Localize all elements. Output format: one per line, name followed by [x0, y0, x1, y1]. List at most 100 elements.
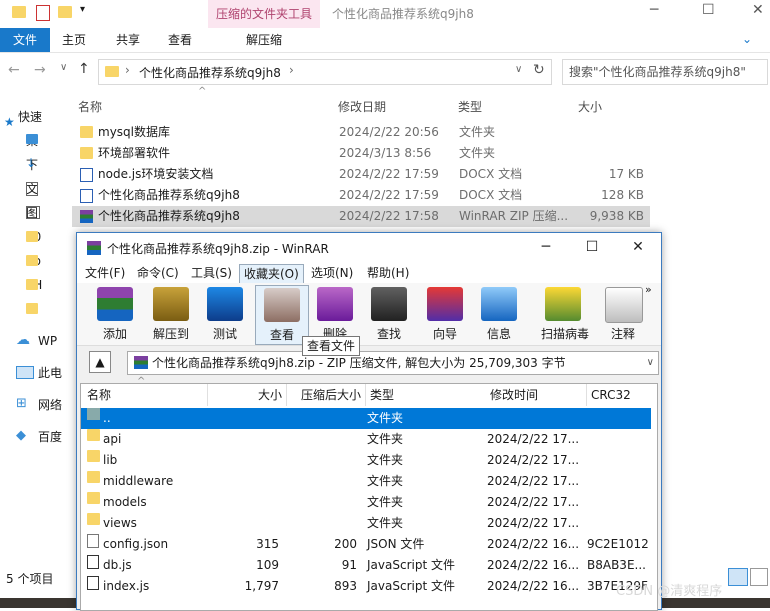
tab-share[interactable]: 共享 — [116, 28, 140, 52]
watermark: CSDN @清爽程序 — [616, 584, 723, 599]
list-item-selected[interactable]: 个性化商品推荐系统q9jh8 2024/2/22 17:58 WinRAR ZI… — [72, 206, 650, 227]
delete-button[interactable]: 删除 — [309, 285, 361, 343]
recent-dropdown-icon[interactable]: ∨ — [60, 62, 67, 73]
folder-icon — [26, 303, 38, 314]
list-item[interactable]: 个性化商品推荐系统q9jh8 2024/2/22 17:59 DOCX 文档 1… — [72, 185, 650, 206]
nav-network[interactable]: 网络 — [38, 394, 62, 416]
toolbar-overflow-icon[interactable]: » — [645, 283, 652, 296]
breadcrumb-chevron-icon[interactable]: › — [289, 63, 294, 77]
tab-file[interactable]: 文件 — [0, 28, 50, 52]
menu-help[interactable]: 帮助(H) — [363, 264, 413, 282]
winrar-archive-icon — [80, 210, 93, 223]
menu-options[interactable]: 选项(N) — [307, 264, 357, 282]
tab-extract[interactable]: 解压缩 — [246, 28, 282, 52]
virus-scan-icon — [545, 287, 581, 321]
list-item[interactable]: 环境部署软件 2024/3/13 8:56 文件夹 — [72, 143, 650, 164]
column-header-packed[interactable]: 压缩后大小 — [287, 384, 366, 406]
menu-file[interactable]: 文件(F) — [81, 264, 129, 282]
back-arrow-icon[interactable]: ← — [8, 62, 20, 78]
quick-access-dropdown-icon[interactable]: ▾ — [80, 4, 85, 15]
column-header-date[interactable]: 修改日期 — [338, 96, 386, 118]
folder-icon — [105, 66, 119, 77]
javascript-file-icon — [87, 576, 99, 590]
minimize-button[interactable]: ─ — [650, 2, 658, 18]
navigation-pane: ★快速 桌 下 文 图 20 no PH 个 WP 此电 网络 百度 ↓ ☁ ⊞… — [0, 92, 62, 566]
new-folder-icon[interactable] — [58, 6, 72, 18]
column-header-type[interactable]: 类型 — [458, 96, 482, 118]
address-bar[interactable]: › 个性化商品推荐系统q9jh8 › ∨ ↻ — [98, 59, 552, 85]
parent-folder-icon — [87, 408, 100, 420]
ribbon-context-label: 压缩的文件夹工具 — [216, 7, 313, 21]
json-file-icon — [87, 534, 99, 548]
comment-note-icon — [605, 287, 643, 323]
forward-arrow-icon[interactable]: → — [34, 62, 46, 78]
column-header-name[interactable]: 名称 — [81, 384, 208, 406]
close-button[interactable]: ✕ — [615, 233, 661, 261]
breadcrumb-folder[interactable]: 个性化商品推荐系统q9jh8 — [139, 64, 281, 81]
table-row-selected[interactable]: .. 文件夹 — [81, 408, 651, 429]
menu-tools[interactable]: 工具(S) — [187, 264, 236, 282]
winrar-app-icon — [87, 241, 101, 255]
archive-file-list: 名称 大小 压缩后大小 类型 修改时间 CRC32 ^ .. 文件夹 api 文… — [80, 376, 658, 611]
list-item[interactable]: mysql数据库 2024/2/22 20:56 文件夹 — [72, 122, 650, 143]
window-title: 个性化商品推荐系统q9jh8 — [332, 7, 474, 21]
breadcrumb-chevron-icon[interactable]: › — [125, 63, 130, 77]
baidu-netdisk-icon: ◆ — [16, 428, 26, 443]
folder-icon — [80, 147, 93, 159]
table-row[interactable]: index.js 1,797 893 JavaScript 文件 2024/2/… — [81, 576, 651, 597]
column-header-modified[interactable]: 修改时间 — [486, 384, 587, 406]
wizard-icon — [427, 287, 463, 321]
close-button[interactable]: ✕ — [752, 2, 764, 18]
info-button[interactable]: 信息 — [473, 285, 525, 343]
scan-virus-button[interactable]: 扫描病毒 — [537, 285, 593, 343]
refresh-icon[interactable]: ↻ — [533, 62, 545, 78]
properties-icon[interactable] — [36, 5, 50, 21]
column-header-crc[interactable]: CRC32 — [587, 384, 655, 406]
sort-up-icon: ^ — [198, 86, 207, 97]
table-row[interactable]: models 文件夹 2024/2/22 17... — [81, 492, 651, 513]
minimize-button[interactable]: ─ — [523, 233, 569, 261]
large-icons-view-icon[interactable] — [750, 568, 768, 586]
up-arrow-icon[interactable]: ↑ — [78, 61, 90, 77]
nav-baidu[interactable]: 百度 — [38, 426, 62, 448]
cloud-icon: ☁ — [16, 332, 30, 348]
nav-quick-access[interactable]: ★ 快速 — [4, 106, 42, 129]
column-header-size[interactable]: 大小 — [578, 96, 602, 118]
details-view-icon[interactable] — [728, 568, 748, 586]
extract-to-button[interactable]: 解压到 — [145, 285, 197, 343]
test-button[interactable]: 测试 — [199, 285, 251, 343]
view-button[interactable]: 查看 — [255, 285, 309, 345]
table-row[interactable]: config.json 315 200 JSON 文件 2024/2/22 16… — [81, 534, 651, 555]
folder-icon — [87, 429, 100, 441]
maximize-button[interactable]: ☐ — [702, 2, 715, 18]
javascript-file-icon — [87, 555, 99, 569]
list-item[interactable]: node.js环境安装文档 2024/2/22 17:59 DOCX 文档 17… — [72, 164, 650, 185]
maximize-button[interactable]: ☐ — [569, 233, 615, 261]
folder-icon — [87, 450, 100, 462]
table-row[interactable]: api 文件夹 2024/2/22 17... — [81, 429, 651, 450]
archive-path-field[interactable]: 个性化商品推荐系统q9jh8.zip - ZIP 压缩文件, 解包大小为 25,… — [127, 351, 659, 375]
menu-commands[interactable]: 命令(C) — [133, 264, 183, 282]
add-button[interactable]: 添加 — [89, 285, 141, 343]
column-header-type[interactable]: 类型 — [366, 384, 487, 406]
tab-home[interactable]: 主页 — [62, 28, 86, 52]
find-button[interactable]: 查找 — [363, 285, 415, 343]
path-dropdown-icon[interactable]: ∨ — [647, 352, 654, 374]
column-header-name[interactable]: 名称 — [78, 96, 102, 118]
table-row[interactable]: middleware 文件夹 2024/2/22 17... — [81, 471, 651, 492]
wizard-button[interactable]: 向导 — [419, 285, 471, 343]
search-input[interactable]: 搜索"个性化商品推荐系统q9jh8" — [562, 59, 768, 85]
nav-wps[interactable]: WP — [38, 330, 57, 352]
table-row[interactable]: views 文件夹 2024/2/22 17... — [81, 513, 651, 534]
menu-favorites[interactable]: 收藏夹(O) — [239, 264, 304, 284]
tab-view[interactable]: 查看 — [168, 28, 192, 52]
table-row[interactable]: lib 文件夹 2024/2/22 17... — [81, 450, 651, 471]
column-header-size[interactable]: 大小 — [208, 384, 287, 406]
address-dropdown-icon[interactable]: ∨ — [515, 64, 522, 75]
table-row[interactable]: db.js 109 91 JavaScript 文件 2024/2/22 16.… — [81, 555, 651, 576]
ribbon-expand-icon[interactable]: ⌄ — [742, 32, 752, 46]
nav-this-pc[interactable]: 此电 — [38, 362, 62, 384]
comment-button[interactable]: 注释 — [597, 285, 649, 343]
winrar-archive-icon — [134, 356, 148, 369]
up-folder-button[interactable]: ▲ — [89, 351, 111, 373]
